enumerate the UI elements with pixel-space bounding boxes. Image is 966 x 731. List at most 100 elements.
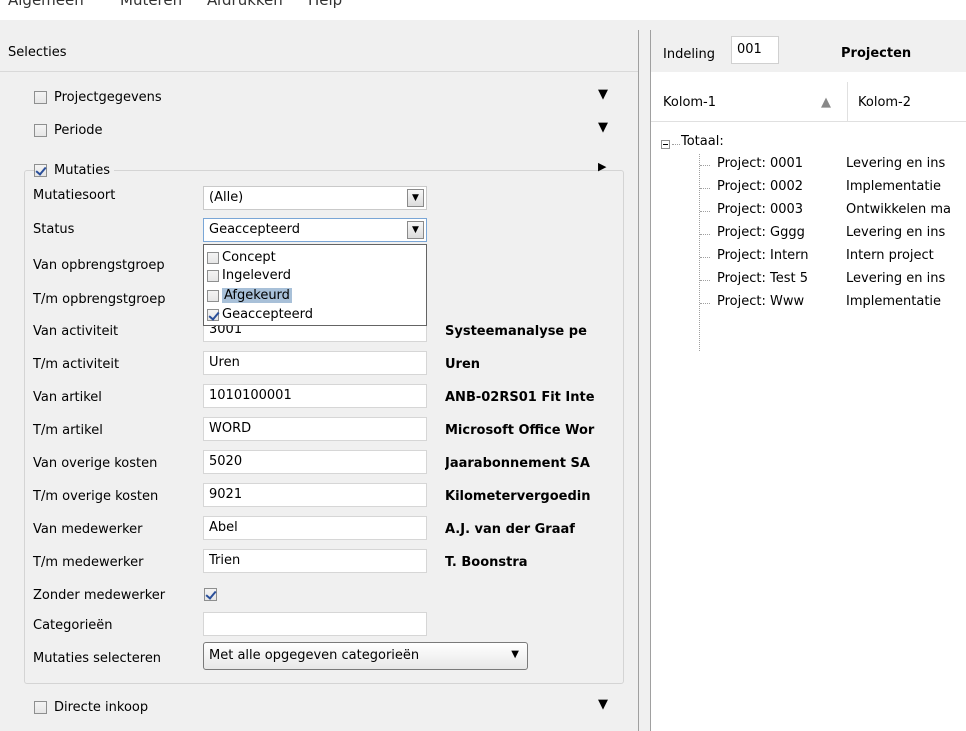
- tm-activiteit-desc: Uren: [445, 357, 481, 372]
- indeling-input[interactable]: 001: [731, 36, 779, 64]
- zonder-medewerker-label: Zonder medewerker: [33, 588, 166, 603]
- group-label: Periode: [54, 122, 103, 138]
- chevron-down-icon[interactable]: ▼: [407, 221, 424, 239]
- tm-overige-kosten-desc: Kilometervergoedin: [445, 489, 591, 504]
- expand-icon[interactable]: ▼: [598, 697, 608, 712]
- tm-artikel-input[interactable]: WORD: [203, 417, 427, 441]
- status-option-geaccepteerd[interactable]: Geaccepteerd: [207, 306, 313, 323]
- tm-medewerker-desc: T. Boonstra: [445, 555, 528, 570]
- group-projectgegevens[interactable]: Projectgegevens: [34, 87, 162, 107]
- column-header-label: Kolom-2: [858, 95, 912, 110]
- tm-artikel-desc: Microsoft Office Wor: [445, 423, 595, 438]
- option-checkbox[interactable]: [207, 308, 219, 321]
- tree-node-project-0003[interactable]: Project: 0003: [717, 202, 803, 222]
- menu-algemeen[interactable]: Algemeen: [8, 0, 84, 9]
- projectgegevens-checkbox[interactable]: [34, 90, 47, 104]
- status-option-concept[interactable]: Concept: [207, 249, 276, 266]
- van-medewerker-label: Van medewerker: [33, 522, 143, 537]
- option-label: Afgekeurd: [222, 288, 292, 303]
- projecten-panel: Indeling 001 Projecten Kolom-1 ▲ Kolom-2…: [651, 30, 966, 731]
- tm-activiteit-input[interactable]: Uren: [203, 351, 427, 375]
- combo-value: (Alle): [209, 190, 244, 205]
- chevron-down-icon[interactable]: ▼: [407, 189, 424, 207]
- tm-activiteit-label: T/m activiteit: [33, 357, 120, 372]
- expand-icon[interactable]: ▼: [598, 87, 608, 102]
- tm-medewerker-input[interactable]: Trien: [203, 549, 427, 573]
- project-description: Implementatie: [846, 179, 942, 194]
- tree-connector: [700, 234, 710, 235]
- status-option-ingeleverd[interactable]: Ingeleverd: [207, 267, 291, 284]
- mutaties-checkbox[interactable]: [34, 163, 47, 177]
- column-header-label: Kolom-1: [663, 95, 717, 110]
- mutaties-selecteren-label: Mutaties selecteren: [33, 651, 162, 666]
- mutaties-selecteren-select[interactable]: Met alle opgegeven categorieën ▼: [203, 642, 528, 670]
- tm-overige-kosten-input[interactable]: 9021: [203, 483, 427, 507]
- tm-medewerker-label: T/m medewerker: [33, 555, 144, 570]
- tree-node-project-0002[interactable]: Project: 0002: [717, 179, 803, 199]
- group-directe-inkoop[interactable]: Directe inkoop: [34, 697, 148, 717]
- tree-connector: [700, 211, 710, 212]
- tree-root-totaal[interactable]: Totaal:: [681, 134, 724, 154]
- option-checkbox[interactable]: [207, 251, 219, 264]
- select-value: Met alle opgegeven categorieën: [209, 648, 420, 663]
- status-dropdown-list: Concept Ingeleverd Afgekeurd Geaccepteer…: [203, 244, 427, 326]
- mutatiesoort-combo[interactable]: (Alle) ▼: [203, 186, 427, 210]
- van-medewerker-desc: A.J. van der Graaf: [445, 522, 575, 537]
- tree-connector: [672, 144, 680, 145]
- categorieen-label: Categorieën: [33, 618, 113, 633]
- tree-node-project-intern[interactable]: Project: Intern: [717, 248, 809, 268]
- tree-node-project-gggg[interactable]: Project: Gggg: [717, 225, 805, 245]
- menu-muteren[interactable]: Muteren: [120, 0, 182, 9]
- group-mutaties[interactable]: Mutaties: [34, 160, 114, 180]
- combo-value: Geaccepteerd: [209, 222, 301, 237]
- status-option-afgekeurd[interactable]: Afgekeurd: [207, 287, 292, 304]
- option-label: Concept: [222, 250, 276, 265]
- option-label: Geaccepteerd: [222, 307, 314, 322]
- divider: [0, 71, 638, 72]
- tree-node-project-0001[interactable]: Project: 0001: [717, 156, 803, 176]
- expand-icon[interactable]: ▼: [598, 120, 608, 135]
- group-label: Projectgegevens: [54, 89, 162, 105]
- project-description: Intern project: [846, 248, 934, 263]
- van-activiteit-desc: Systeemanalyse pe: [445, 324, 587, 339]
- van-activiteit-label: Van activiteit: [33, 324, 119, 339]
- group-periode[interactable]: Periode: [34, 120, 103, 140]
- van-overige-kosten-desc: Jaarabonnement SA: [445, 456, 590, 471]
- collapse-icon[interactable]: ▶: [598, 160, 606, 173]
- van-medewerker-input[interactable]: Abel: [203, 516, 427, 540]
- project-description: Levering en ins: [846, 271, 946, 286]
- status-combo[interactable]: Geaccepteerd ▼: [203, 218, 427, 242]
- indeling-label: Indeling: [663, 47, 716, 62]
- chevron-down-icon: ▼: [511, 649, 519, 660]
- column-header-kolom-1[interactable]: Kolom-1 ▲: [651, 82, 848, 122]
- zonder-medewerker-checkbox[interactable]: [204, 588, 217, 601]
- van-opbrengstgroep-label: Van opbrengstgroep: [33, 258, 165, 273]
- projecten-title: Projecten: [841, 46, 912, 61]
- projecten-header: Indeling 001 Projecten: [651, 30, 966, 72]
- tree-connector: [700, 188, 710, 189]
- project-description: Implementatie: [846, 294, 942, 309]
- collapse-tree-icon[interactable]: [661, 140, 670, 149]
- van-overige-kosten-input[interactable]: 5020: [203, 450, 427, 474]
- option-label: Ingeleverd: [222, 268, 291, 283]
- van-artikel-desc: ANB-02RS01 Fit Inte: [445, 390, 595, 405]
- menu-afdrukken[interactable]: Afdrukken: [207, 0, 283, 9]
- tree-node-project-test-5[interactable]: Project: Test 5: [717, 271, 808, 291]
- tree-node-project-www[interactable]: Project: Www: [717, 294, 804, 314]
- categorieen-input[interactable]: [203, 612, 427, 636]
- periode-checkbox[interactable]: [34, 123, 47, 137]
- option-checkbox[interactable]: [207, 269, 219, 282]
- van-artikel-input[interactable]: 1010100001: [203, 384, 427, 408]
- tree-connector: [700, 257, 710, 258]
- directe-inkoop-checkbox[interactable]: [34, 700, 47, 714]
- tm-opbrengstgroep-label: T/m opbrengstgroep: [33, 292, 166, 307]
- panel-splitter[interactable]: [638, 30, 651, 731]
- status-label: Status: [33, 222, 75, 237]
- column-header-kolom-2[interactable]: Kolom-2: [848, 82, 966, 122]
- van-artikel-label: Van artikel: [33, 390, 102, 405]
- van-overige-kosten-label: Van overige kosten: [33, 456, 158, 471]
- menu-help[interactable]: Help: [308, 0, 342, 9]
- tree-connector: [700, 303, 710, 304]
- option-checkbox[interactable]: [207, 289, 219, 302]
- menu-bar: Algemeen Muteren Afdrukken Help: [0, 0, 966, 20]
